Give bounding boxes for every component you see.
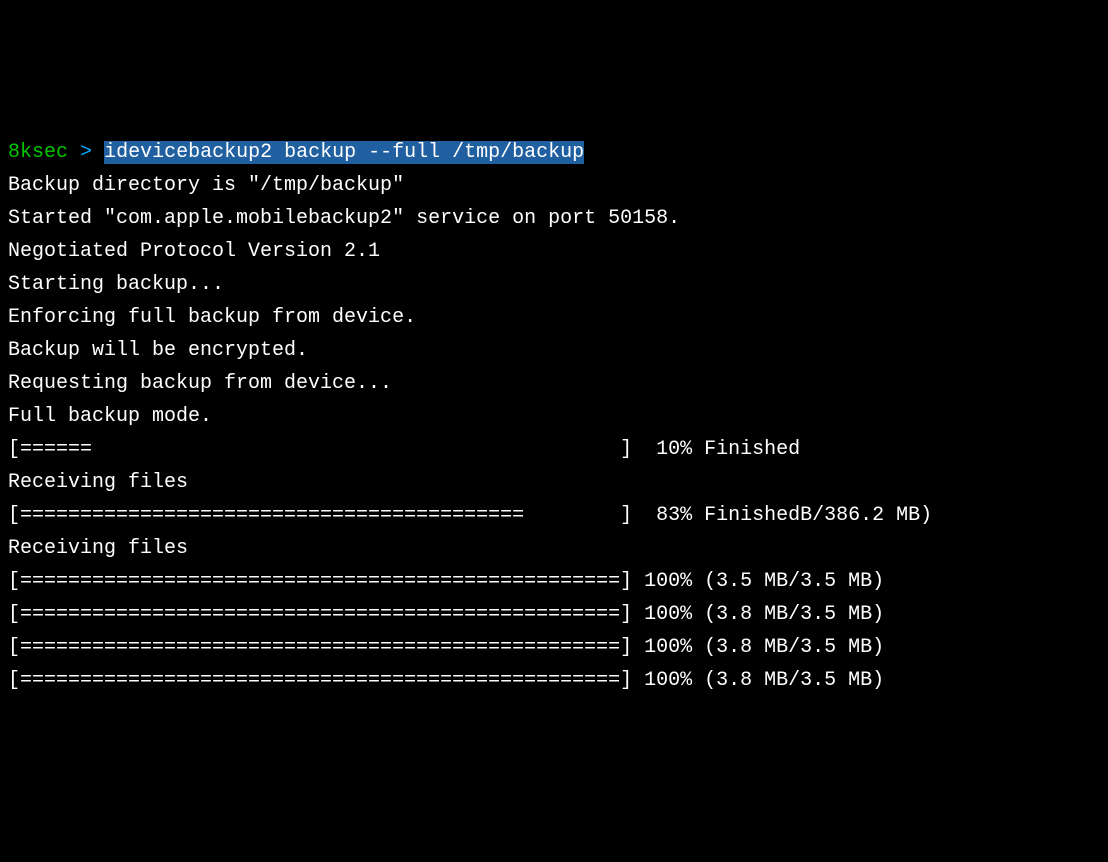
prompt-line: 8ksec > idevicebackup2 backup --full /tm…	[8, 136, 1100, 169]
progress-line: [====== ] 10% Finished	[8, 433, 1100, 466]
output-line: Backup directory is "/tmp/backup"	[8, 169, 1100, 202]
output-line: Receiving files	[8, 532, 1100, 565]
progress-line: [=======================================…	[8, 565, 1100, 598]
command-input[interactable]: idevicebackup2 backup --full /tmp/backup	[104, 141, 584, 164]
output-line: Started "com.apple.mobilebackup2" servic…	[8, 202, 1100, 235]
progress-line: [=======================================…	[8, 631, 1100, 664]
output-line: Backup will be encrypted.	[8, 334, 1100, 367]
progress-line: [=======================================…	[8, 598, 1100, 631]
progress-line: [=======================================…	[8, 664, 1100, 697]
progress-line: [=======================================…	[8, 499, 1100, 532]
output-line: Starting backup...	[8, 268, 1100, 301]
output-line: Negotiated Protocol Version 2.1	[8, 235, 1100, 268]
prompt-arrow: >	[80, 141, 92, 164]
output-line: Full backup mode.	[8, 400, 1100, 433]
output-line: Receiving files	[8, 466, 1100, 499]
prompt-user: 8ksec	[8, 141, 68, 164]
output-line: Enforcing full backup from device.	[8, 301, 1100, 334]
output-line: Requesting backup from device...	[8, 367, 1100, 400]
